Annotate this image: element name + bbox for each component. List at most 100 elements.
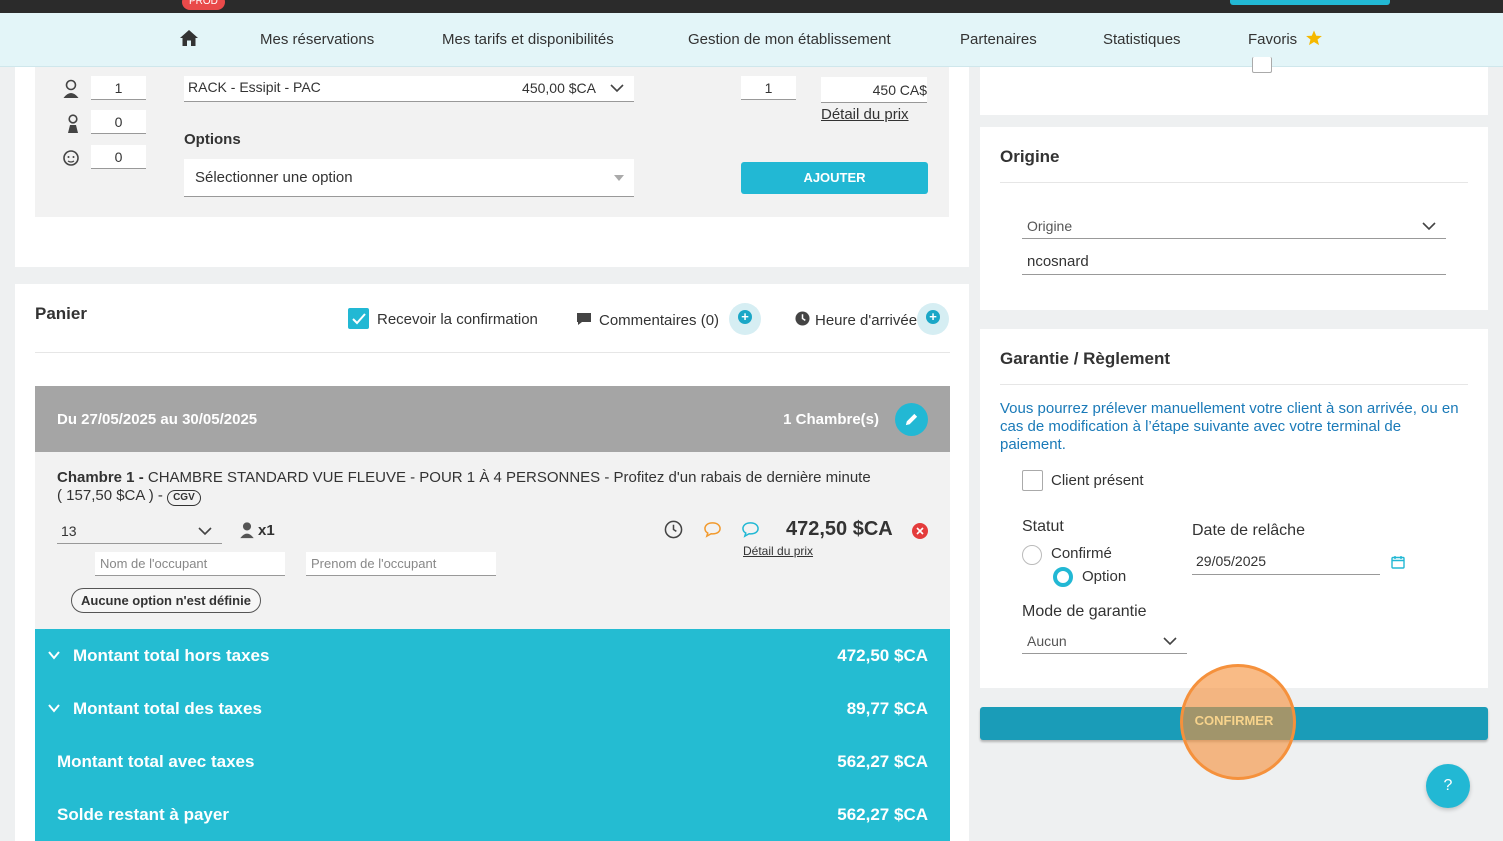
guarantee-mode-label: Mode de garantie bbox=[1022, 603, 1147, 620]
nav-reservations[interactable]: Mes réservations bbox=[260, 31, 374, 48]
guarantee-panel: Garantie / Règlement Vous pourrez prélev… bbox=[980, 329, 1488, 688]
confirm-button-label[interactable]: CONFIRMER bbox=[1180, 713, 1288, 728]
total-tax-value: 89,77 $CA bbox=[846, 699, 928, 718]
receive-confirmation-label: Recevoir la confirmation bbox=[377, 311, 538, 328]
rate-select[interactable]: RACK - Essipit - PAC 450,00 $CA bbox=[184, 76, 634, 102]
main-nav: Mes réservations Mes tarifs et disponibi… bbox=[0, 13, 1503, 67]
total-incl-tax-value: 562,27 $CA bbox=[837, 752, 928, 771]
status-option-radio[interactable] bbox=[1053, 567, 1073, 587]
comment-orange-icon[interactable] bbox=[703, 521, 722, 538]
cart-title: Panier bbox=[35, 304, 87, 323]
chevron-down-icon bbox=[198, 527, 212, 536]
close-icon bbox=[916, 527, 924, 535]
env-badge: PROD bbox=[182, 0, 225, 10]
origin-select[interactable]: Origine bbox=[1022, 213, 1446, 239]
children-input[interactable]: 0 bbox=[91, 110, 146, 134]
receive-confirmation-checkbox[interactable] bbox=[348, 308, 369, 329]
total-excl-tax-row[interactable]: Montant total hors taxes 472,50 $CA bbox=[35, 629, 950, 682]
add-arrival-time-button[interactable] bbox=[917, 303, 949, 335]
total-incl-tax-label: Montant total avec taxes bbox=[57, 752, 255, 771]
room-label: Chambre 1 - bbox=[57, 469, 144, 486]
guarantee-title: Garantie / Règlement bbox=[1000, 349, 1171, 368]
price-detail-link[interactable]: Détail du prix bbox=[821, 106, 909, 123]
nav-favorites[interactable]: Favoris bbox=[1248, 31, 1297, 48]
total-tax-label: Montant total des taxes bbox=[73, 699, 262, 718]
clock-icon bbox=[795, 311, 810, 326]
rate-select-price: 450,00 $CA bbox=[522, 80, 596, 96]
origin-select-label: Origine bbox=[1027, 218, 1073, 234]
clock-outline-icon[interactable] bbox=[664, 520, 683, 539]
release-date-label: Date de relâche bbox=[1192, 522, 1305, 539]
total-excl-tax-value: 472,50 $CA bbox=[837, 646, 928, 665]
nav-statistics[interactable]: Statistiques bbox=[1103, 31, 1181, 48]
caret-down-icon bbox=[614, 175, 624, 181]
comment-icon bbox=[577, 313, 591, 325]
star-icon bbox=[1306, 30, 1322, 46]
comment-blue-icon[interactable] bbox=[741, 521, 760, 538]
arrival-time-label[interactable]: Heure d'arrivée bbox=[815, 312, 917, 329]
no-option-badge[interactable]: Aucune option n'est définie bbox=[71, 588, 261, 613]
occupant-icon bbox=[240, 522, 254, 539]
origin-divider bbox=[1000, 182, 1468, 183]
client-present-checkbox[interactable] bbox=[1022, 470, 1043, 491]
nav-partners[interactable]: Partenaires bbox=[960, 31, 1037, 48]
guarantee-mode-select[interactable]: Aucun bbox=[1022, 628, 1187, 654]
guarantee-mode-value: Aucun bbox=[1027, 633, 1067, 649]
calendar-icon[interactable] bbox=[1391, 555, 1405, 569]
add-button[interactable]: AJOUTER bbox=[741, 162, 928, 194]
total-tax-row[interactable]: Montant total des taxes 89,77 $CA bbox=[35, 682, 950, 735]
occupant-last-name-input[interactable]: Nom de l'occupant bbox=[95, 552, 285, 576]
check-icon bbox=[352, 313, 366, 325]
chevron-down-icon bbox=[610, 84, 624, 93]
home-icon[interactable] bbox=[179, 29, 199, 47]
status-label: Statut bbox=[1022, 518, 1064, 535]
status-option-label: Option bbox=[1082, 568, 1127, 585]
room-number-select[interactable]: 13 bbox=[57, 518, 222, 544]
origin-value-input[interactable]: ncosnard bbox=[1022, 249, 1446, 275]
guarantee-info: Vous pourrez prélever manuellement votre… bbox=[1000, 400, 1459, 453]
chevron-down-icon bbox=[1163, 637, 1177, 646]
pencil-icon bbox=[905, 413, 918, 426]
price-currency: CA$ bbox=[899, 82, 927, 98]
edit-stay-button[interactable] bbox=[895, 403, 928, 436]
room-price-detail-link[interactable]: Détail du prix bbox=[743, 544, 813, 558]
top-action-stub[interactable] bbox=[1230, 0, 1390, 5]
cgv-badge[interactable]: CGV bbox=[167, 490, 201, 506]
occupant-first-name-input[interactable]: Prenom de l'occupant bbox=[306, 552, 496, 576]
remove-room-button[interactable] bbox=[912, 523, 928, 539]
release-date-value: 29/05/2025 bbox=[1196, 553, 1267, 569]
origin-value: ncosnard bbox=[1027, 253, 1089, 270]
room-line: Chambre 1 - CHAMBRE STANDARD VUE FLEUVE … bbox=[57, 469, 877, 506]
help-button[interactable]: ? bbox=[1426, 764, 1470, 808]
price-value: 450 bbox=[872, 82, 896, 98]
babies-input[interactable]: 0 bbox=[91, 145, 146, 169]
quantity-input[interactable]: 1 bbox=[741, 76, 796, 100]
total-excl-tax-label: Montant total hors taxes bbox=[73, 646, 270, 665]
status-confirmed-label: Confirmé bbox=[1051, 545, 1112, 562]
client-present-label: Client présent bbox=[1051, 472, 1144, 489]
cart-divider bbox=[35, 352, 950, 353]
adults-input[interactable]: 1 bbox=[91, 76, 146, 100]
release-date-input[interactable]: 29/05/2025 bbox=[1192, 549, 1380, 575]
nav-rates[interactable]: Mes tarifs et disponibilités bbox=[442, 31, 614, 48]
nav-establishment[interactable]: Gestion de mon établissement bbox=[688, 31, 891, 48]
chevron-down-icon bbox=[1422, 222, 1436, 231]
status-confirmed-radio[interactable] bbox=[1022, 545, 1042, 565]
room-number-value: 13 bbox=[61, 523, 77, 539]
occupants-count: x1 bbox=[258, 522, 275, 539]
options-placeholder: Sélectionner une option bbox=[195, 169, 353, 186]
adult-icon bbox=[63, 79, 79, 98]
room-price: 472,50 $CA bbox=[786, 518, 893, 540]
balance-due-row: Solde restant à payer 562,27 $CA bbox=[35, 788, 950, 841]
origin-title: Origine bbox=[1000, 147, 1060, 166]
rooms-count: 1 Chambre(s) bbox=[783, 411, 879, 428]
add-comment-button[interactable] bbox=[729, 303, 761, 335]
comments-label[interactable]: Commentaires (0) bbox=[599, 312, 719, 329]
child-icon bbox=[68, 114, 78, 133]
stay-header: Du 27/05/2025 au 30/05/2025 1 Chambre(s) bbox=[35, 386, 950, 452]
options-select[interactable]: Sélectionner une option bbox=[184, 159, 634, 197]
chevron-down-icon bbox=[48, 651, 60, 660]
price-input[interactable]: 450 CA$ bbox=[821, 77, 927, 103]
partial-checkbox[interactable] bbox=[1252, 57, 1272, 73]
balance-due-value: 562,27 $CA bbox=[837, 805, 928, 824]
